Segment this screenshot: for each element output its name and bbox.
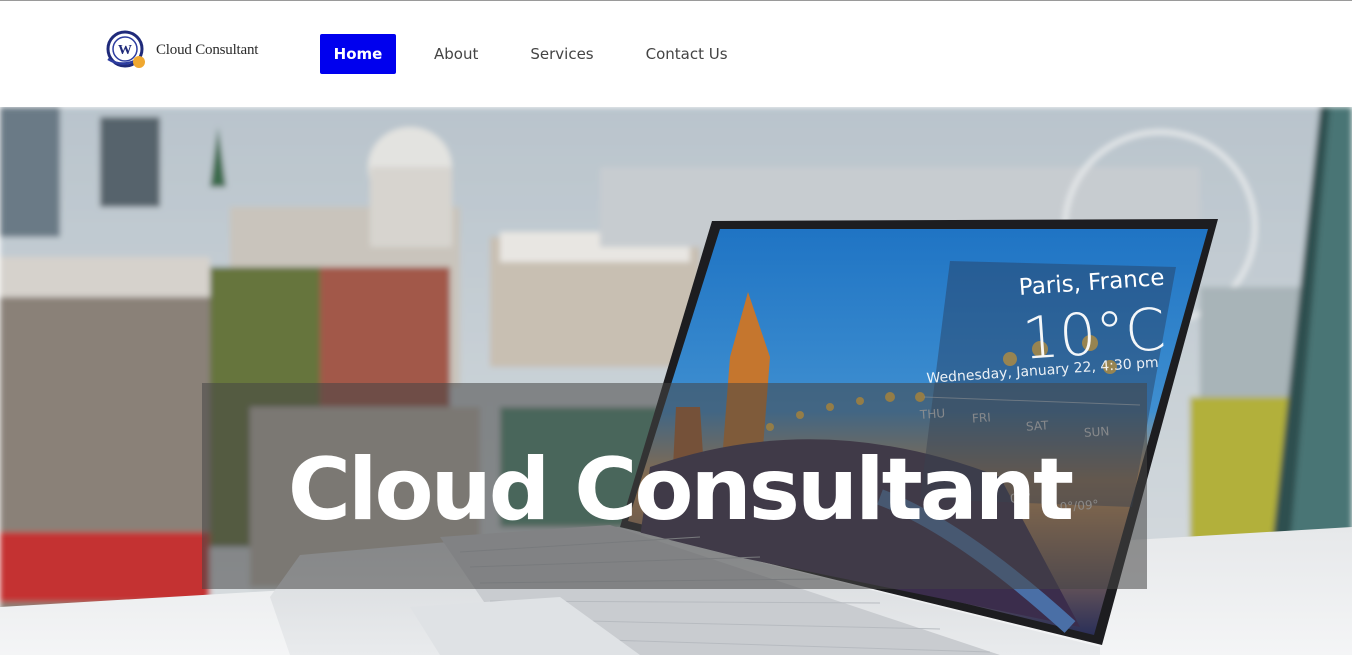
hero-section: Paris, France 10°C Wednesday, January 22…	[0, 107, 1352, 655]
main-nav: Home About Services Contact Us	[320, 34, 728, 74]
brand-name: Cloud Consultant	[156, 41, 259, 58]
brand-logo-icon: W	[104, 29, 148, 71]
hero-title: Cloud Consultant	[287, 440, 1074, 540]
navbar: W Cloud Consultant Home About Services C…	[0, 1, 1352, 107]
nav-about[interactable]: About	[434, 45, 478, 63]
svg-text:W: W	[118, 43, 132, 58]
nav-home[interactable]: Home	[320, 34, 396, 74]
nav-services[interactable]: Services	[530, 45, 593, 63]
nav-contact-us[interactable]: Contact Us	[646, 45, 728, 63]
brand-link[interactable]: W Cloud Consultant	[104, 29, 258, 71]
